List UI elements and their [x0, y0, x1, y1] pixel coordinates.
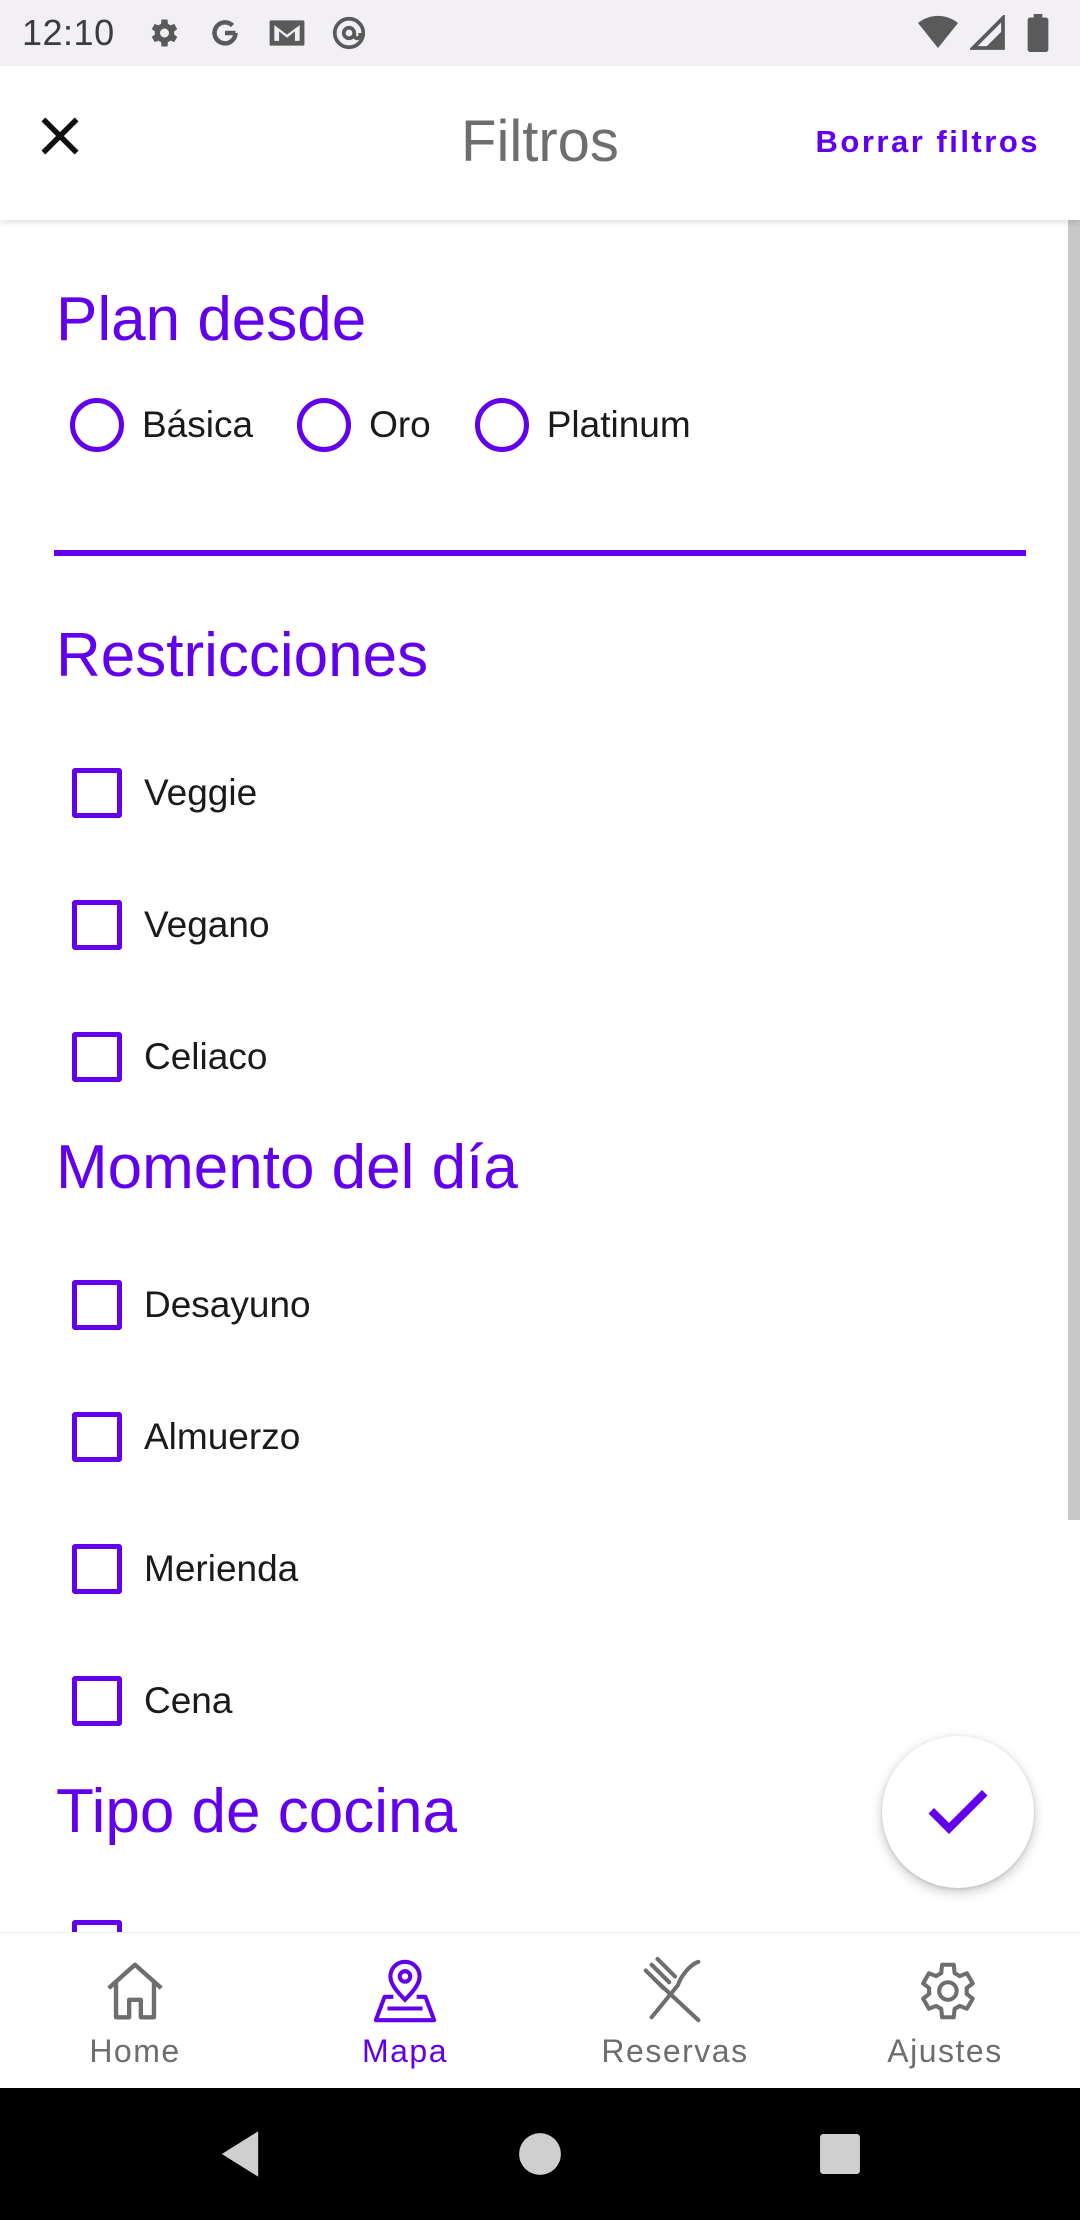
section-title-cocina: Tipo de cocina: [56, 1777, 457, 1846]
home-icon: [99, 1955, 171, 2027]
checkbox-label: Celiaco: [144, 1036, 268, 1077]
nav-item-ajustes[interactable]: Ajustes: [810, 1933, 1080, 2088]
filters-content[interactable]: Plan desde Básica Oro Platinum Restricci…: [0, 220, 1080, 1932]
battery-icon: [1018, 13, 1058, 53]
checkbox-vegano[interactable]: Vegano: [72, 900, 270, 950]
radio-platinum[interactable]: Platinum: [474, 398, 691, 452]
scrollbar[interactable]: [1068, 220, 1080, 1520]
checkbox-cocina-first[interactable]: [72, 1920, 144, 1932]
back-button[interactable]: [210, 2124, 270, 2184]
checkbox-label: Almuerzo: [144, 1416, 301, 1457]
nav-item-reservas[interactable]: Reservas: [540, 1933, 810, 2088]
nav-label: Mapa: [361, 2033, 449, 2069]
system-status-icons: [918, 13, 1058, 53]
recents-button[interactable]: [810, 2124, 870, 2184]
system-navigation-bar: [0, 2088, 1080, 2220]
checkbox-celiaco[interactable]: Celiaco: [72, 1032, 267, 1082]
home-system-button[interactable]: [510, 2124, 570, 2184]
checkbox[interactable]: [72, 1280, 122, 1330]
radio-button[interactable]: [474, 398, 529, 452]
radio-label: Platinum: [546, 404, 691, 445]
status-bar: 12:10: [0, 0, 1080, 66]
apply-filters-button[interactable]: [882, 1736, 1034, 1888]
radio-button[interactable]: [297, 398, 352, 452]
notification-icons: [143, 13, 369, 53]
checkbox[interactable]: [72, 1032, 122, 1082]
google-icon: [205, 13, 245, 53]
plan-radio-group: Básica Oro Platinum: [70, 398, 735, 452]
checkbox[interactable]: [72, 1676, 122, 1726]
checkbox[interactable]: [72, 1544, 122, 1594]
bottom-navigation: Home Mapa Reservas Ajustes: [0, 1932, 1080, 2088]
settings-notification-icon: [143, 13, 183, 53]
gmail-icon: [267, 13, 307, 53]
nav-item-mapa[interactable]: Mapa: [270, 1933, 540, 2088]
section-divider: [54, 550, 1026, 556]
checkbox[interactable]: [72, 768, 122, 818]
cellular-signal-icon: [968, 13, 1008, 53]
radio-basica[interactable]: Básica: [70, 398, 253, 452]
checkmark-icon: [928, 1789, 988, 1835]
checkbox-desayuno[interactable]: Desayuno: [72, 1280, 311, 1330]
checkbox-label: Cena: [144, 1680, 233, 1721]
checkbox-merienda[interactable]: Merienda: [72, 1544, 298, 1594]
section-title-restricciones: Restricciones: [56, 621, 429, 690]
radio-label: Básica: [142, 404, 254, 445]
checkbox-almuerzo[interactable]: Almuerzo: [72, 1412, 300, 1462]
top-app-bar: Filtros Borrar filtros: [0, 66, 1080, 220]
checkbox-label: Veggie: [144, 772, 258, 813]
wifi-icon: [918, 13, 958, 53]
at-sign-icon: [329, 13, 369, 53]
nav-item-home[interactable]: Home: [0, 1933, 270, 2088]
checkbox[interactable]: [72, 1920, 122, 1932]
checkbox-label: Merienda: [144, 1548, 299, 1589]
nav-label: Ajustes: [887, 2033, 1003, 2069]
map-pin-icon: [369, 1955, 441, 2027]
checkbox[interactable]: [72, 1412, 122, 1462]
clear-filters-button[interactable]: Borrar filtros: [816, 124, 1040, 160]
status-time: 12:10: [22, 12, 115, 53]
radio-button[interactable]: [70, 398, 124, 452]
section-title-plan: Plan desde: [56, 285, 367, 354]
nav-label: Home: [89, 2033, 181, 2069]
checkbox-cena[interactable]: Cena: [72, 1676, 232, 1726]
gear-icon: [909, 1955, 981, 2027]
recents-square-icon: [820, 2134, 860, 2174]
nav-label: Reservas: [601, 2033, 749, 2069]
checkbox[interactable]: [72, 900, 122, 950]
checkbox-label: Desayuno: [144, 1284, 311, 1325]
radio-oro[interactable]: Oro: [297, 398, 431, 452]
back-triangle-icon: [221, 2131, 259, 2177]
radio-label: Oro: [369, 404, 431, 445]
section-title-momento: Momento del día: [56, 1133, 518, 1202]
home-circle-icon: [519, 2133, 561, 2175]
checkbox-veggie[interactable]: Veggie: [72, 768, 257, 818]
fork-knife-icon: [639, 1955, 711, 2027]
checkbox-label: Vegano: [144, 904, 270, 945]
